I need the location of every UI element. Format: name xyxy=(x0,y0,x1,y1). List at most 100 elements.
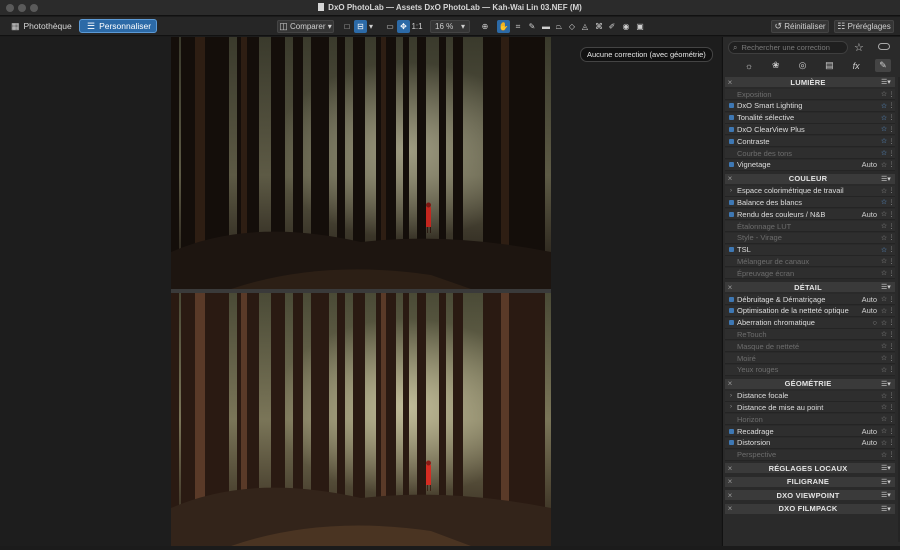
perspective-tool[interactable]: ⏢ xyxy=(553,20,565,33)
close-section-icon[interactable]: × xyxy=(725,174,735,183)
close-section-icon[interactable]: × xyxy=(725,283,735,292)
zoom-dropdown[interactable]: 16 % ▾ xyxy=(430,20,470,33)
section-header-collapsed1[interactable]: × FILIGRANE ☰▾ xyxy=(725,476,895,487)
favorite-star-icon[interactable]: ☆ xyxy=(880,198,888,206)
enable-toggle[interactable] xyxy=(725,308,737,314)
favorite-star-icon[interactable]: ☆ xyxy=(880,210,888,218)
favorite-star-icon[interactable]: ☆ xyxy=(880,342,888,350)
correction-row[interactable]: Contraste ☆ ⋮ xyxy=(725,136,895,148)
favorite-star-icon[interactable]: ☆ xyxy=(880,102,888,110)
color-filter-icon[interactable]: ❀ xyxy=(768,59,784,72)
correction-row[interactable]: Rendu des couleurs / N&B Auto ☆ ⋮ xyxy=(725,209,895,221)
favorite-star-icon[interactable]: ☆ xyxy=(880,403,888,411)
correction-row[interactable]: Exposition ☆ ⋮ xyxy=(725,89,895,100)
correction-row[interactable]: Yeux rouges ☆ ⋮ xyxy=(725,364,895,376)
search-field[interactable]: ⌕ xyxy=(728,41,848,54)
section-header-collapsed3[interactable]: × DXO FILMPACK ☰▾ xyxy=(725,503,895,514)
grid-overlay-tool[interactable]: ⌘ xyxy=(593,20,605,33)
options-menu-icon[interactable]: ⋮ xyxy=(888,416,895,423)
favorite-star-icon[interactable]: ☆ xyxy=(880,366,888,374)
correction-row[interactable]: Moiré ☆ ⋮ xyxy=(725,353,895,364)
enable-toggle[interactable] xyxy=(725,211,737,217)
section-header-collapsed2[interactable]: × DXO VIEWPOINT ☰▾ xyxy=(725,490,895,501)
correction-row[interactable]: Masque de netteté ☆ ⋮ xyxy=(725,341,895,353)
enable-toggle[interactable] xyxy=(725,440,737,446)
eye-slash-icon[interactable]: ◌ xyxy=(873,318,877,327)
single-view-button[interactable]: □ xyxy=(341,20,353,33)
options-menu-icon[interactable]: ⋮ xyxy=(888,439,895,446)
correction-row[interactable]: Étalonnage LUT ☆ ⋮ xyxy=(725,221,895,232)
favorite-star-icon[interactable]: ☆ xyxy=(880,269,888,277)
options-menu-icon[interactable]: ⋮ xyxy=(888,428,895,435)
favorite-star-icon[interactable]: ☆ xyxy=(880,90,888,98)
correction-row[interactable]: › Distance focale ☆ ⋮ xyxy=(725,390,895,402)
section-header-sec0[interactable]: × LUMIÈRE ☰▾ xyxy=(725,77,895,87)
toggle-switch[interactable] xyxy=(878,43,890,50)
section-menu-icon[interactable]: ☰▾ xyxy=(881,283,895,291)
options-menu-icon[interactable]: ⋮ xyxy=(888,91,895,98)
options-menu-icon[interactable]: ⋮ xyxy=(888,126,895,133)
enable-toggle[interactable] xyxy=(725,428,737,434)
options-menu-icon[interactable]: ⋮ xyxy=(888,366,895,373)
tab-personnaliser[interactable]: ☰ Personnaliser xyxy=(79,19,157,33)
options-menu-icon[interactable]: ⋮ xyxy=(888,307,895,314)
options-menu-icon[interactable]: ⋮ xyxy=(888,234,895,241)
options-menu-icon[interactable]: ⋮ xyxy=(888,138,895,145)
options-menu-icon[interactable]: ⋮ xyxy=(888,331,895,338)
correction-row[interactable]: Épreuvage écran ☆ ⋮ xyxy=(725,268,895,280)
options-menu-icon[interactable]: ⋮ xyxy=(888,451,895,458)
favorite-star-icon[interactable]: ☆ xyxy=(880,187,888,195)
favorite-star-icon[interactable]: ☆ xyxy=(880,307,888,315)
enable-toggle[interactable] xyxy=(725,115,737,121)
correction-row[interactable]: Vignetage Auto ☆ ⋮ xyxy=(725,159,895,171)
correction-row[interactable]: Distorsion Auto ☆ ⋮ xyxy=(725,437,895,449)
enable-toggle[interactable] xyxy=(725,296,737,302)
pipette-filter-icon[interactable]: ✎ xyxy=(874,59,891,72)
favorite-star-icon[interactable]: ☆ xyxy=(880,415,888,423)
fit-window-button[interactable]: ▭ xyxy=(384,20,396,33)
section-menu-icon[interactable]: ☰▾ xyxy=(881,78,895,86)
correction-row[interactable]: Perspective ☆ ⋮ xyxy=(725,449,895,461)
favorite-star-icon[interactable]: ☆ xyxy=(880,439,888,447)
enable-toggle[interactable] xyxy=(725,162,737,168)
search-input[interactable] xyxy=(741,43,842,52)
options-menu-icon[interactable]: ⋮ xyxy=(888,161,895,168)
favorite-star-icon[interactable]: ☆ xyxy=(880,161,888,169)
section-menu-icon[interactable]: ☰▾ xyxy=(881,478,895,486)
loupe-button[interactable]: ▣ xyxy=(634,20,646,33)
options-menu-icon[interactable]: ⋮ xyxy=(888,199,895,206)
favorite-star-icon[interactable]: ☆ xyxy=(880,222,888,230)
expand-arrow-icon[interactable]: › xyxy=(725,188,737,194)
section-menu-icon[interactable]: ☰▾ xyxy=(881,464,895,472)
view-mode-dropdown[interactable]: ▾ xyxy=(367,20,375,33)
close-section-icon[interactable]: × xyxy=(725,477,735,486)
correction-row[interactable]: Tonalité sélective ☆ ⋮ xyxy=(725,112,895,124)
section-header-collapsed0[interactable]: × RÉGLAGES LOCAUX ☰▾ xyxy=(725,463,895,474)
correction-row[interactable]: Optimisation de la netteté optique Auto ☆ ⋮ xyxy=(725,305,895,317)
favorite-star-icon[interactable]: ☆ xyxy=(880,330,888,338)
close-section-icon[interactable]: × xyxy=(725,78,735,87)
enable-toggle[interactable] xyxy=(725,126,737,132)
correction-row[interactable]: Recadrage Auto ☆ ⋮ xyxy=(725,426,895,437)
enable-toggle[interactable] xyxy=(725,103,737,109)
close-section-icon[interactable]: × xyxy=(725,379,735,388)
compare-dropdown[interactable]: ◫ Comparer ▾ xyxy=(277,20,334,33)
section-menu-icon[interactable]: ☰▾ xyxy=(881,491,895,499)
correction-row[interactable]: › Espace colorimétrique de travail ☆ ⋮ xyxy=(725,185,895,197)
correction-row[interactable]: DxO Smart Lighting ☆ ⋮ xyxy=(725,100,895,112)
correction-row[interactable]: Courbe des tons ☆ ⋮ xyxy=(725,148,895,159)
effects-filter-icon[interactable]: fx xyxy=(848,59,864,72)
zoom-in-tool[interactable]: ⊕ xyxy=(479,20,491,33)
favorite-star-icon[interactable]: ☆ xyxy=(880,246,888,254)
expand-arrow-icon[interactable]: › xyxy=(725,404,737,410)
crop-tool[interactable]: ⌗ xyxy=(512,20,524,33)
photo-after[interactable] xyxy=(171,293,551,546)
geometry-filter-icon[interactable]: ▤ xyxy=(821,59,837,72)
favorite-star-icon[interactable]: ☆ xyxy=(880,137,888,145)
section-menu-icon[interactable]: ☰▾ xyxy=(881,380,895,388)
light-filter-icon[interactable]: ☼ xyxy=(741,59,757,72)
options-menu-icon[interactable]: ⋮ xyxy=(888,258,895,265)
correction-row[interactable]: Mélangeur de canaux ☆ ⋮ xyxy=(725,256,895,268)
favorite-star-icon[interactable]: ☆ xyxy=(880,295,888,303)
options-menu-icon[interactable]: ⋮ xyxy=(888,187,895,194)
